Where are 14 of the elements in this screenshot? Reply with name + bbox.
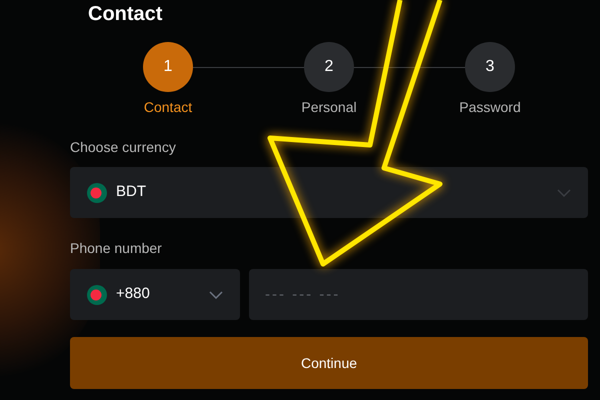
chevron-down-icon <box>557 188 571 196</box>
flag-icon <box>87 182 107 202</box>
step-label: Password <box>459 98 521 117</box>
continue-button[interactable]: Continue <box>70 337 588 389</box>
flag-icon <box>87 284 107 304</box>
step-label: Personal <box>301 98 357 117</box>
currency-select[interactable]: BDT <box>70 167 588 218</box>
country-code-select[interactable]: +880 <box>70 269 240 320</box>
phone-input[interactable]: --- --- --- <box>249 269 588 320</box>
form-title: Contact <box>88 4 162 24</box>
chevron-down-icon <box>209 290 223 298</box>
field-label: Phone number <box>70 239 163 258</box>
field-label: Choose currency <box>70 138 177 157</box>
step-label: Contact <box>144 98 192 117</box>
